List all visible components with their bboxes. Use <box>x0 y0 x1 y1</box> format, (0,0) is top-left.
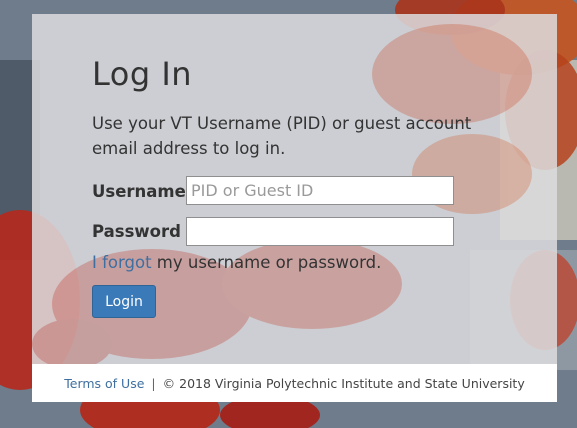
username-label: Username <box>92 182 186 201</box>
login-button[interactable]: Login <box>92 285 156 318</box>
password-input[interactable] <box>186 217 454 246</box>
copyright-text: © 2018 Virginia Polytechnic Institute an… <box>162 375 525 391</box>
page-title: Log In <box>92 55 193 93</box>
username-input[interactable] <box>186 176 454 205</box>
forgot-line: I forgot my username or password. <box>92 253 381 272</box>
footer-separator: | <box>151 375 156 391</box>
terms-of-use-link[interactable]: Terms of Use <box>64 376 144 391</box>
password-label: Password <box>92 222 181 241</box>
intro-text: Use your VT Username (PID) or guest acco… <box>92 114 472 158</box>
forgot-link[interactable]: I forgot <box>92 253 152 272</box>
footer: Terms of Use | © 2018 Virginia Polytechn… <box>32 364 557 402</box>
forgot-text: my username or password. <box>151 253 382 272</box>
